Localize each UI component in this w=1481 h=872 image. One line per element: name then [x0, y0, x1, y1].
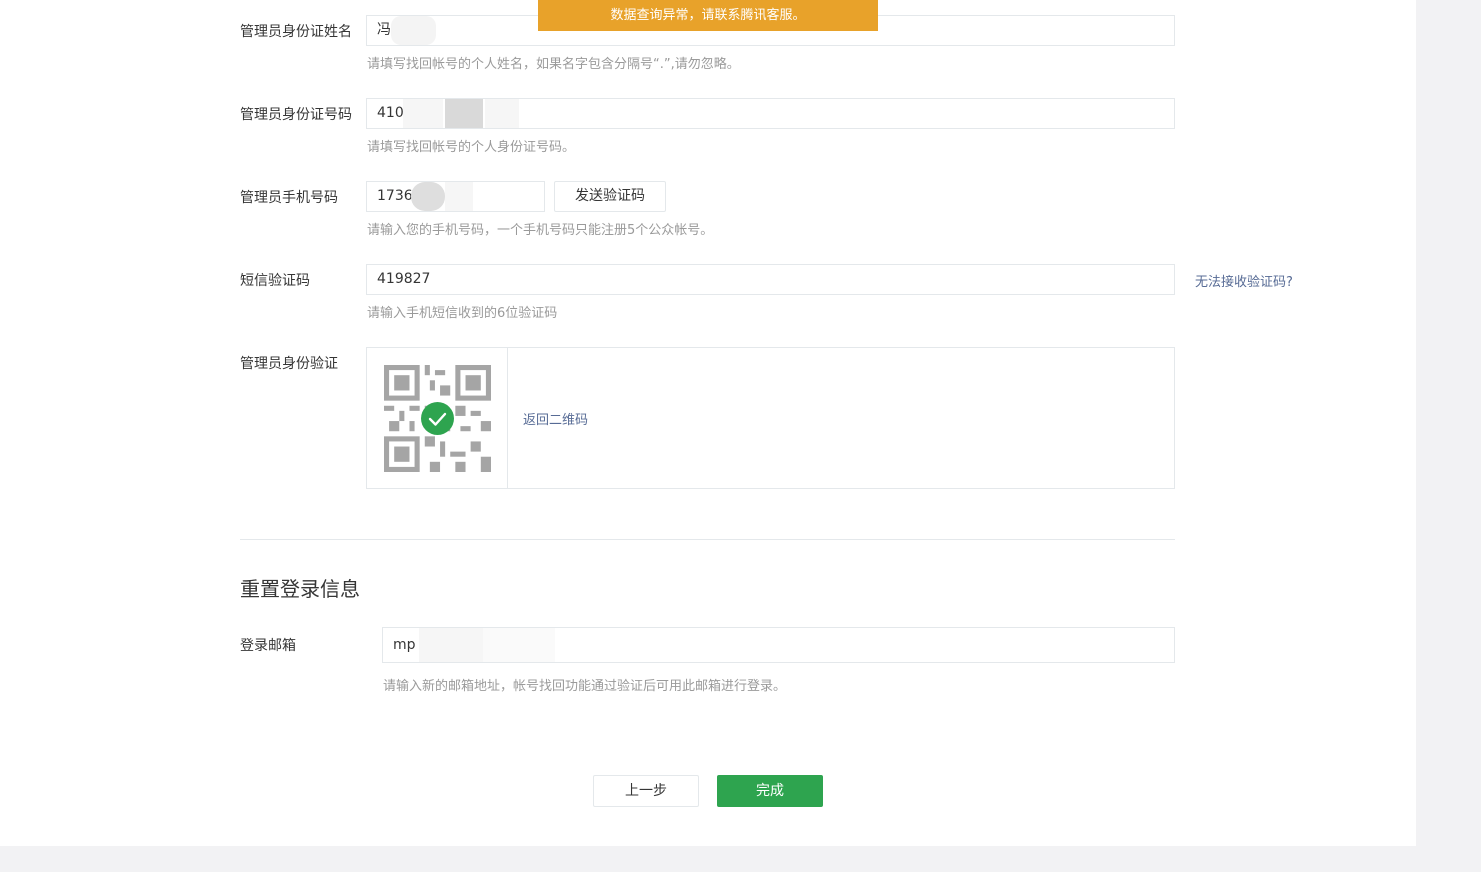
- redaction-mask: [391, 16, 436, 45]
- cannot-receive-code-link[interactable]: 无法接收验证码?: [1195, 271, 1293, 290]
- redaction-mask: [445, 182, 473, 211]
- admin-id-hint: 请填写找回帐号的个人身份证号码。: [367, 140, 576, 155]
- redaction-mask: [411, 182, 445, 211]
- sms-code-hint: 请输入手机短信收到的6位验证码: [367, 306, 558, 321]
- login-email-hint: 请输入新的邮箱地址，帐号找回功能通过验证后可用此邮箱进行登录。: [383, 679, 787, 694]
- admin-phone-input[interactable]: 1736: [366, 181, 545, 212]
- redaction-mask: [419, 628, 483, 662]
- admin-name-hint: 请填写找回帐号的个人姓名，如果名字包含分隔号“.”,请勿忽略。: [367, 57, 740, 72]
- admin-phone-value: 1736: [377, 188, 413, 204]
- sms-code-input[interactable]: 419827: [366, 264, 1175, 295]
- prev-step-button[interactable]: 上一步: [593, 775, 699, 807]
- back-to-qr-link[interactable]: 返回二维码: [523, 409, 588, 428]
- login-email-label: 登录邮箱: [240, 638, 296, 654]
- admin-id-label: 管理员身份证号码: [240, 107, 352, 123]
- redaction-mask: [403, 99, 443, 128]
- admin-verify-box: 返回二维码: [366, 347, 1175, 489]
- error-toast: 数据查询异常，请联系腾讯客服。: [538, 0, 878, 31]
- admin-id-input[interactable]: 410: [366, 98, 1175, 129]
- reset-section-title: 重置登录信息: [240, 577, 360, 601]
- verified-check-icon: [421, 402, 454, 435]
- admin-name-value: 冯: [377, 22, 391, 38]
- main-card: 数据查询异常，请联系腾讯客服。 管理员身份证姓名 冯 请填写找回帐号的个人姓名，…: [0, 0, 1416, 846]
- send-code-button[interactable]: 发送验证码: [554, 181, 666, 212]
- qr-code-cell: [367, 348, 508, 488]
- redaction-mask: [485, 99, 519, 128]
- admin-phone-hint: 请输入您的手机号码，一个手机号码只能注册5个公众帐号。: [367, 223, 714, 238]
- admin-verify-label: 管理员身份验证: [240, 356, 338, 372]
- login-email-value: mp: [393, 637, 416, 653]
- admin-phone-label: 管理员手机号码: [240, 190, 338, 206]
- admin-id-value: 410: [377, 105, 404, 121]
- admin-name-label: 管理员身份证姓名: [240, 24, 352, 40]
- sms-code-value: 419827: [377, 271, 431, 287]
- redaction-mask: [483, 628, 555, 662]
- sms-code-label: 短信验证码: [240, 273, 310, 289]
- login-email-input[interactable]: mp: [382, 627, 1175, 663]
- section-divider: [240, 539, 1175, 540]
- done-button[interactable]: 完成: [717, 775, 823, 807]
- redaction-mask: [445, 99, 483, 128]
